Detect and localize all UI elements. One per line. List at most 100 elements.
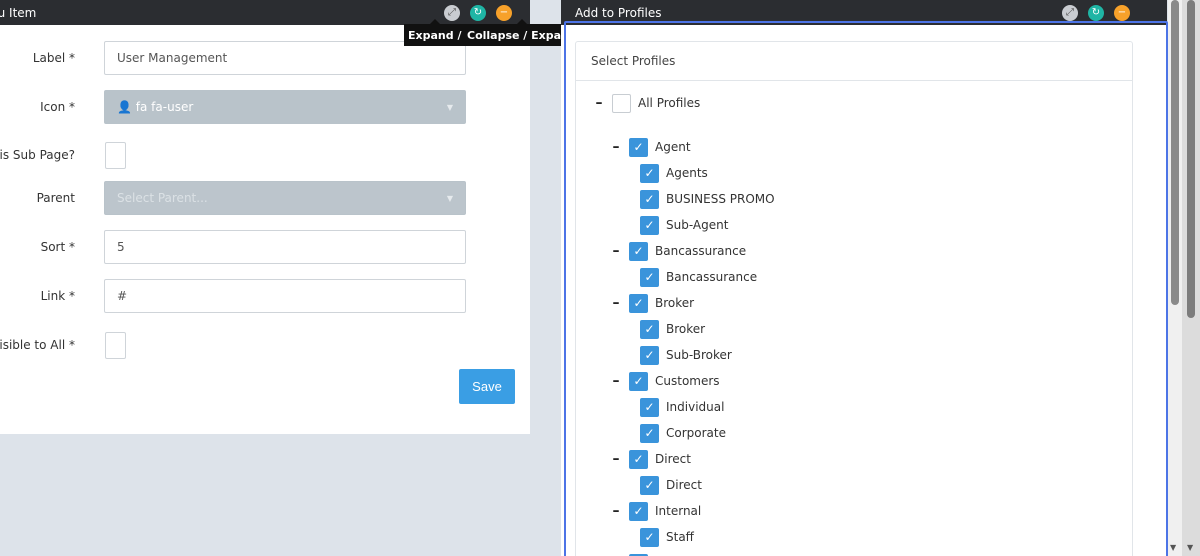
scroll-down-icon[interactable]: ▼ — [1187, 543, 1193, 552]
checked-checkbox[interactable]: ✓ — [629, 241, 648, 261]
checked-checkbox[interactable]: ✓ — [640, 189, 659, 209]
icon-field-label: Icon * — [40, 100, 75, 114]
visible-to-all-checkbox[interactable] — [105, 331, 126, 359]
check-icon: ✓ — [644, 400, 655, 414]
page-scrollbar-thumb[interactable] — [1187, 0, 1195, 318]
caret-down-icon: ▼ — [446, 193, 453, 203]
tree-item[interactable]: ✓ Corporate — [640, 422, 726, 444]
tree-item[interactable]: ✓ Individual — [640, 396, 724, 418]
minus-icon[interactable]: – — [610, 243, 622, 259]
collapse-icon[interactable]: − — [496, 4, 512, 21]
link-input[interactable]: # — [104, 279, 466, 313]
link-field-label: Link * — [40, 289, 75, 303]
check-icon: ✓ — [633, 504, 644, 518]
reload-icon[interactable]: ↻ — [470, 4, 486, 21]
tree-item-label: Agent — [655, 140, 691, 154]
icon-select-text: fa fa-user — [135, 100, 194, 114]
checked-checkbox[interactable]: ✓ — [640, 527, 659, 547]
checked-checkbox[interactable]: ✓ — [629, 371, 648, 391]
sort-input[interactable]: 5 — [104, 230, 466, 264]
label-row: Label * User Management — [0, 41, 530, 75]
tree-item-label: All Profiles — [638, 96, 701, 110]
label-field-label: Label * — [32, 51, 75, 65]
collapse-icon[interactable]: − — [1114, 4, 1130, 21]
expand-icon[interactable]: ⤢ — [1062, 4, 1078, 21]
tree-item[interactable]: ✓ Broker — [640, 318, 705, 340]
tree-group[interactable]: – ✓ Bancassurance — [610, 240, 746, 262]
check-icon: ✓ — [644, 348, 655, 362]
checked-checkbox[interactable]: ✓ — [629, 293, 648, 313]
inner-scrollbar-thumb[interactable] — [1171, 0, 1179, 305]
tree-item-label: Customers — [655, 374, 720, 388]
tree-group[interactable]: – ✓ Broker — [610, 292, 694, 314]
tree-item-label: Individual — [666, 400, 725, 414]
icon-select-value: 👤 fa fa-user — [117, 100, 193, 114]
tree-item[interactable]: ✓ Bancassurance — [640, 266, 757, 288]
minus-icon[interactable]: – — [610, 503, 622, 519]
user-icon: 👤 — [117, 100, 132, 114]
checked-checkbox[interactable]: ✓ — [629, 449, 648, 469]
checked-checkbox[interactable]: ✓ — [640, 423, 659, 443]
expand-icon[interactable]: ⤢ — [444, 4, 460, 21]
add-to-profiles-panel: Add to Profiles ⤢ ↻ − Select Profiles – A… — [561, 0, 1167, 556]
minus-icon[interactable]: – — [610, 139, 622, 155]
inner-scrollbar[interactable]: ▼ — [1168, 0, 1182, 556]
tree-item[interactable]: ✓ Agents — [640, 162, 708, 184]
tree-item[interactable]: ✓ Direct — [640, 474, 702, 496]
menu-item-panel-tools: ⤢ ↻ − — [444, 0, 512, 25]
tree-item-label: Bancassurance — [655, 244, 747, 258]
label-input[interactable]: User Management — [104, 41, 466, 75]
minus-icon[interactable]: – — [610, 451, 622, 467]
check-icon: ✓ — [633, 244, 644, 258]
tree-item-all-profiles[interactable]: – All Profiles — [593, 92, 700, 114]
checked-checkbox[interactable]: ✓ — [640, 397, 659, 417]
save-button[interactable]: Save — [459, 369, 515, 404]
checked-checkbox[interactable]: ✓ — [640, 475, 659, 495]
checked-checkbox[interactable]: ✓ — [640, 345, 659, 365]
menu-item-panel-title: nu Item — [0, 5, 37, 20]
parent-select[interactable]: Select Parent... ▼ — [104, 181, 466, 215]
tree-item-label: Broker — [655, 296, 695, 310]
checkbox[interactable] — [612, 93, 631, 113]
check-icon: ✓ — [633, 140, 644, 154]
tree-group[interactable]: – ✓ Direct — [610, 448, 691, 470]
tree-item[interactable]: ✓ BUSINESS PROMO — [640, 188, 775, 210]
checked-checkbox[interactable]: ✓ — [640, 163, 659, 183]
check-icon: ✓ — [644, 530, 655, 544]
sort-field-label: Sort * — [40, 240, 75, 254]
is-sub-page-row: is Sub Page? — [0, 138, 530, 172]
checked-checkbox[interactable]: ✓ — [640, 319, 659, 339]
tree-group[interactable]: –✓Protocol — [610, 552, 703, 556]
is-sub-page-label: is Sub Page? — [0, 148, 75, 162]
minus-icon[interactable]: – — [593, 95, 605, 111]
checked-checkbox[interactable]: ✓ — [640, 267, 659, 287]
check-icon: ✓ — [644, 322, 655, 336]
tree-item-label: Broker — [666, 322, 706, 336]
visible-to-all-label: Visible to All * — [0, 338, 75, 352]
select-profiles-box: Select Profiles – All Profiles – ✓ Agent ✓ Age… — [575, 41, 1133, 556]
parent-row: Parent Select Parent... ▼ — [0, 181, 530, 215]
minus-icon[interactable]: – — [610, 295, 622, 311]
icon-select[interactable]: 👤 fa fa-user ▼ — [104, 90, 466, 124]
add-to-profiles-title: Add to Profiles — [575, 5, 662, 20]
checked-checkbox[interactable]: ✓ — [640, 215, 659, 235]
is-sub-page-checkbox[interactable] — [105, 141, 126, 169]
check-icon: ✓ — [644, 478, 655, 492]
add-to-profiles-tools: ⤢ ↻ − — [1062, 0, 1130, 25]
tree-group[interactable]: – ✓ Internal — [610, 500, 701, 522]
tree-item-label: Internal — [655, 504, 702, 518]
tree-item[interactable]: ✓ Staff — [640, 526, 694, 548]
scroll-down-icon[interactable]: ▼ — [1170, 543, 1176, 552]
tree-item[interactable]: ✓ Sub-Agent — [640, 214, 728, 236]
tree-item-label: Sub-Agent — [666, 218, 729, 232]
checked-checkbox[interactable]: ✓ — [629, 501, 648, 521]
check-icon: ✓ — [644, 192, 655, 206]
checked-checkbox[interactable]: ✓ — [629, 137, 648, 157]
tree-group[interactable]: – ✓ Agent — [610, 136, 691, 158]
tree-item[interactable]: ✓ Sub-Broker — [640, 344, 732, 366]
tree-item-label: Sub-Broker — [666, 348, 732, 362]
page-scrollbar[interactable]: ▼ — [1182, 0, 1200, 556]
minus-icon[interactable]: – — [610, 373, 622, 389]
tree-group[interactable]: – ✓ Customers — [610, 370, 720, 392]
reload-icon[interactable]: ↻ — [1088, 4, 1104, 21]
